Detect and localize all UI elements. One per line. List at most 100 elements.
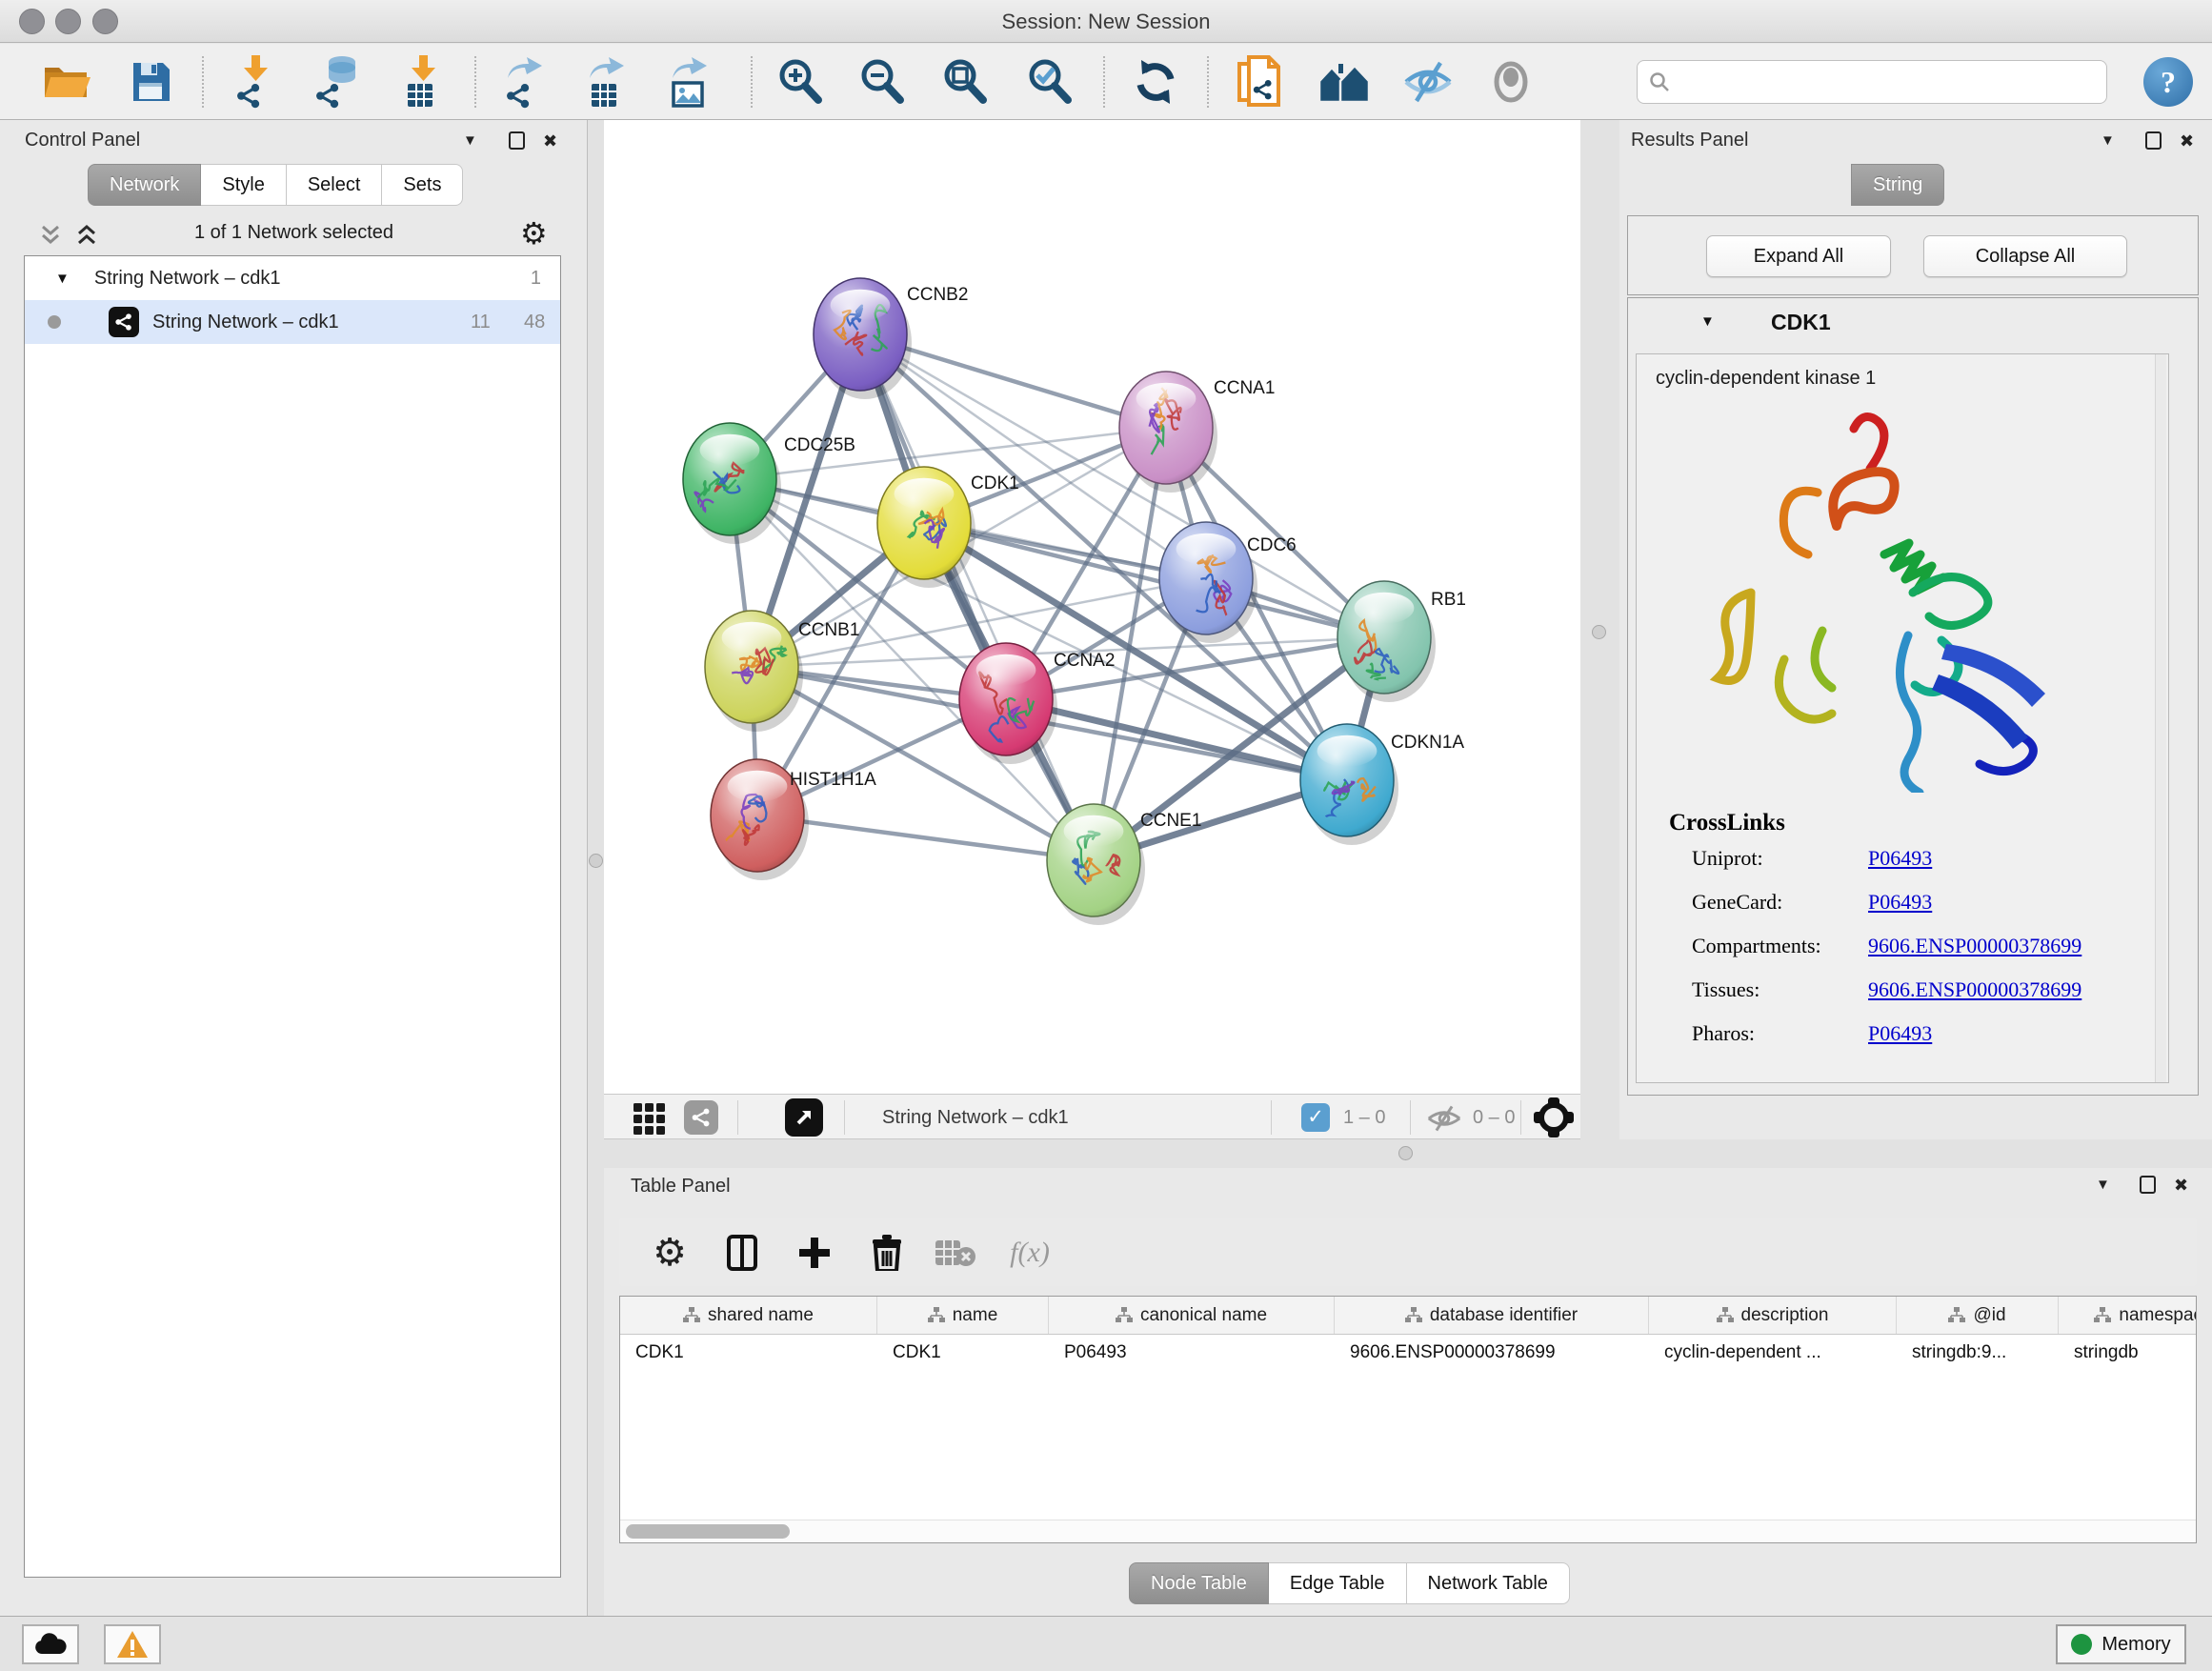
- zoom-out-button[interactable]: [855, 54, 910, 110]
- crosslink-link[interactable]: P06493: [1868, 846, 1932, 871]
- table-hscrollbar-thumb[interactable]: [626, 1524, 790, 1539]
- warning-button[interactable]: [104, 1624, 161, 1664]
- table-toolbar: ⚙: [619, 1218, 2197, 1286]
- collapse-all-button[interactable]: Collapse All: [1923, 235, 2127, 277]
- tab-string[interactable]: String: [1851, 164, 1944, 206]
- table-cell[interactable]: P06493: [1049, 1335, 1335, 1371]
- save-session-button[interactable]: [123, 54, 178, 110]
- cloud-button[interactable]: [22, 1624, 79, 1664]
- crosslink-link[interactable]: P06493: [1868, 890, 1932, 915]
- table-cell[interactable]: stringdb: [2059, 1335, 2197, 1371]
- tab-style[interactable]: Style: [201, 164, 286, 206]
- table-cell[interactable]: CDK1: [620, 1335, 877, 1371]
- export-table-button[interactable]: [579, 54, 634, 110]
- zoom-in-button[interactable]: [773, 54, 828, 110]
- refresh-button[interactable]: [1128, 54, 1183, 110]
- zoom-fit-button[interactable]: [937, 54, 993, 110]
- table-hscrollbar[interactable]: [620, 1520, 2196, 1542]
- left-splitter-handle[interactable]: [589, 854, 603, 868]
- column-header--id[interactable]: @id: [1897, 1297, 2059, 1334]
- memory-button[interactable]: Memory: [2056, 1624, 2186, 1664]
- selected-checkbox[interactable]: ✓: [1301, 1103, 1330, 1132]
- tab-network-table[interactable]: Network Table: [1407, 1562, 1570, 1604]
- column-header-namespace[interactable]: namespace: [2059, 1297, 2197, 1334]
- column-header-shared-name[interactable]: shared name: [620, 1297, 877, 1334]
- import-table-button[interactable]: [397, 54, 452, 110]
- table-cell[interactable]: CDK1: [877, 1335, 1049, 1371]
- houses-button[interactable]: [1317, 54, 1372, 110]
- tab-sets[interactable]: Sets: [382, 164, 463, 206]
- collection-expander-icon[interactable]: ▼: [55, 271, 70, 287]
- tab-node-table[interactable]: Node Table: [1129, 1562, 1269, 1604]
- entry-expander-icon[interactable]: ▼: [1700, 313, 1715, 330]
- network-node-CDKN1A[interactable]: CDKN1A: [1300, 724, 1464, 845]
- column-header-canonical-name[interactable]: canonical name: [1049, 1297, 1335, 1334]
- network-node-CDC25B[interactable]: CDC25B: [683, 423, 855, 544]
- open-session-button[interactable]: [39, 54, 94, 110]
- panel-float-icon[interactable]: [2140, 1176, 2156, 1194]
- column-header-database-identifier[interactable]: database identifier: [1335, 1297, 1649, 1334]
- share-icon[interactable]: [684, 1100, 718, 1135]
- export-network-button[interactable]: [497, 54, 553, 110]
- network-collection-row[interactable]: ▼ String Network – cdk1 1: [25, 256, 560, 300]
- crosshair-icon[interactable]: [1534, 1097, 1574, 1137]
- panel-close-icon[interactable]: ✖: [543, 131, 557, 151]
- panel-menu-icon[interactable]: ▼: [2096, 1176, 2110, 1195]
- crosslink-link[interactable]: 9606.ENSP00000378699: [1868, 977, 2081, 1002]
- import-network-database-button[interactable]: [310, 54, 365, 110]
- table-cell[interactable]: cyclin-dependent ...: [1649, 1335, 1897, 1371]
- network-node-CDC6[interactable]: CDC6: [1159, 522, 1297, 643]
- column-header-name[interactable]: name: [877, 1297, 1049, 1334]
- trash-icon[interactable]: [865, 1231, 909, 1275]
- search-input[interactable]: [1678, 70, 2095, 94]
- panel-close-icon[interactable]: ✖: [2180, 131, 2194, 151]
- column-header-description[interactable]: description: [1649, 1297, 1897, 1334]
- results-scrollbar[interactable]: [2155, 354, 2166, 1082]
- crosslink-link[interactable]: P06493: [1868, 1021, 1932, 1046]
- bottom-splitter-handle[interactable]: [1398, 1146, 1413, 1160]
- node-table[interactable]: shared name name canonical name database…: [619, 1296, 2197, 1543]
- string-document-button[interactable]: [1232, 54, 1287, 110]
- bottom-splitter[interactable]: [604, 1139, 2212, 1168]
- table-row[interactable]: CDK1CDK1P064939606.ENSP00000378699cyclin…: [620, 1335, 2196, 1371]
- right-splitter[interactable]: [1580, 120, 1619, 1139]
- panel-float-icon[interactable]: [2145, 131, 2162, 150]
- add-column-icon[interactable]: [793, 1231, 836, 1275]
- gear-icon[interactable]: ⚙: [648, 1231, 692, 1275]
- network-node-CCNA2[interactable]: CCNA2: [959, 643, 1115, 767]
- open-in-new-icon[interactable]: [785, 1098, 823, 1137]
- network-node-RB1[interactable]: RB1: [1337, 581, 1466, 702]
- network-graph[interactable]: CCNB2CCNA1CDC25BCDK1CDC6RB1CCNB1CCNA2CDK…: [604, 120, 1580, 1094]
- network-node-HIST1H1A[interactable]: HIST1H1A: [711, 759, 876, 880]
- entry-header[interactable]: ▼ CDK1: [1628, 298, 2198, 352]
- gear-icon[interactable]: ⚙: [520, 215, 548, 252]
- panel-menu-icon[interactable]: ▼: [463, 131, 477, 151]
- network-canvas[interactable]: CCNB2CCNA1CDC25BCDK1CDC6RB1CCNB1CCNA2CDK…: [604, 120, 1580, 1094]
- zoom-selected-button[interactable]: [1022, 54, 1077, 110]
- tab-network[interactable]: Network: [88, 164, 201, 206]
- crosslink-link[interactable]: 9606.ENSP00000378699: [1868, 934, 2081, 958]
- table-cell[interactable]: stringdb:9...: [1897, 1335, 2059, 1371]
- network-row[interactable]: String Network – cdk1 11 48: [25, 300, 560, 344]
- help-button[interactable]: ?: [2143, 57, 2193, 107]
- import-network-file-button[interactable]: [230, 54, 285, 110]
- columns-icon[interactable]: [720, 1231, 764, 1275]
- panel-close-icon[interactable]: ✖: [2174, 1176, 2188, 1195]
- panel-float-icon[interactable]: [509, 131, 525, 150]
- eye-button[interactable]: [1483, 54, 1538, 110]
- right-splitter-handle[interactable]: [1592, 625, 1606, 639]
- tab-select[interactable]: Select: [287, 164, 383, 206]
- network-node-CCNB2[interactable]: CCNB2: [814, 278, 968, 399]
- grid-icon[interactable]: [633, 1101, 667, 1136]
- show-hide-eye-button[interactable]: [1400, 54, 1456, 110]
- expand-all-button[interactable]: Expand All: [1706, 235, 1891, 277]
- network-node-CCNA1[interactable]: CCNA1: [1119, 372, 1275, 493]
- tab-edge-table[interactable]: Edge Table: [1269, 1562, 1407, 1604]
- network-edge[interactable]: [860, 334, 1094, 860]
- table-cell[interactable]: 9606.ENSP00000378699: [1335, 1335, 1649, 1371]
- export-image-button[interactable]: [662, 54, 717, 110]
- network-node-CCNE1[interactable]: CCNE1: [1047, 804, 1201, 925]
- left-splitter[interactable]: [588, 120, 604, 1616]
- search-box[interactable]: [1637, 60, 2107, 104]
- panel-menu-icon[interactable]: ▼: [2101, 131, 2115, 151]
